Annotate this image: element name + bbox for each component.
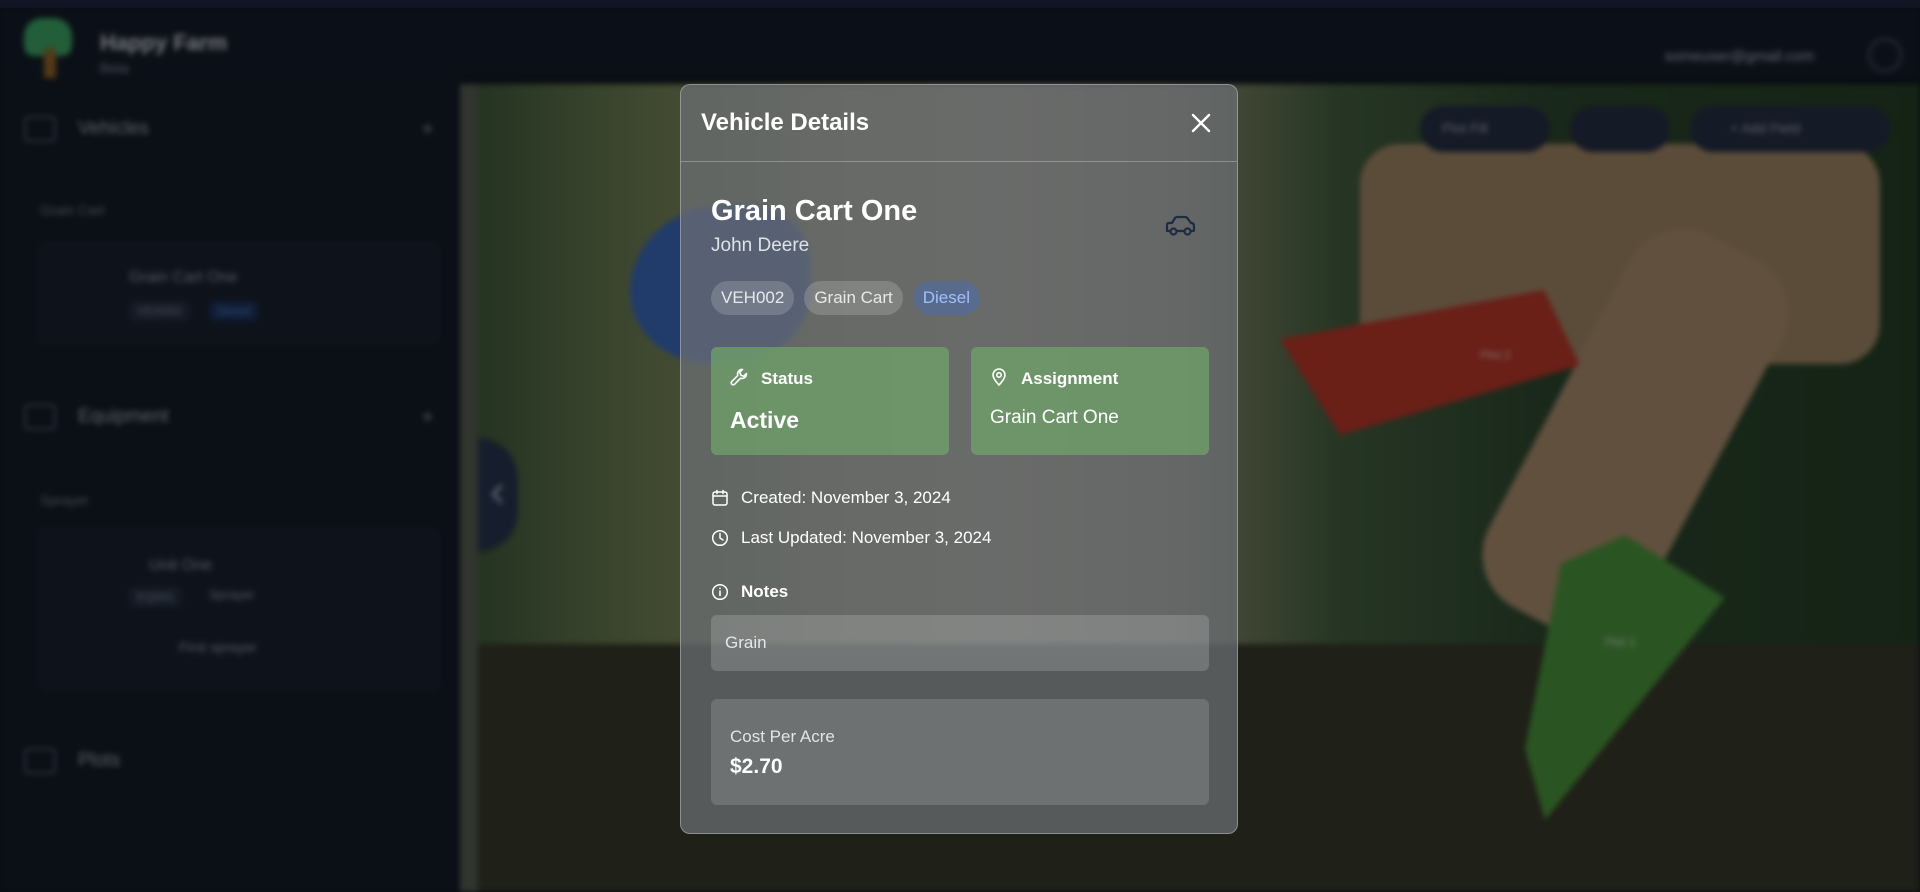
cost-per-acre-card: Cost Per Acre $2.70 (711, 699, 1209, 805)
notes-heading: Notes (711, 582, 788, 602)
wrench-icon (730, 368, 748, 386)
vehicle-details-modal: Vehicle Details Grain Cart One John Deer… (680, 84, 1238, 834)
car-icon (1165, 215, 1196, 236)
notes-value: Grain (725, 633, 767, 652)
status-card: Status Active (711, 347, 949, 455)
vehicle-name: Grain Cart One (711, 195, 918, 227)
vehicle-id-badge: VEH002 (711, 281, 795, 315)
close-button[interactable] (1185, 107, 1217, 139)
close-icon (1191, 113, 1211, 133)
modal-header: Vehicle Details (681, 85, 1237, 162)
modal-title: Vehicle Details (701, 109, 870, 136)
vehicle-type-badge: Grain Cart (804, 281, 903, 315)
assignment-value: Grain Cart One (990, 407, 1119, 428)
status-label: Status (761, 369, 813, 388)
calendar-icon (712, 489, 728, 506)
notes-box: Grain (711, 615, 1209, 671)
created-date-row: Created: November 3, 2024 (711, 488, 951, 508)
updated-date: Last Updated: November 3, 2024 (741, 528, 992, 547)
notes-label: Notes (741, 582, 789, 601)
assignment-card: Assignment Grain Cart One (971, 347, 1209, 455)
status-value: Active (730, 407, 800, 433)
vehicle-tags: VEH002 Grain Cart Diesel (711, 281, 980, 315)
updated-date-row: Last Updated: November 3, 2024 (711, 528, 991, 548)
clock-icon (711, 529, 729, 547)
map-pin-icon (992, 368, 1006, 386)
assignment-label: Assignment (1021, 369, 1119, 388)
info-icon (711, 583, 729, 601)
vehicle-make: John Deere (711, 235, 810, 256)
fuel-type-badge: Diesel (912, 281, 980, 315)
created-date: Created: November 3, 2024 (741, 488, 951, 507)
cost-per-acre-value: $2.70 (730, 755, 783, 778)
cost-per-acre-label: Cost Per Acre (730, 727, 835, 746)
